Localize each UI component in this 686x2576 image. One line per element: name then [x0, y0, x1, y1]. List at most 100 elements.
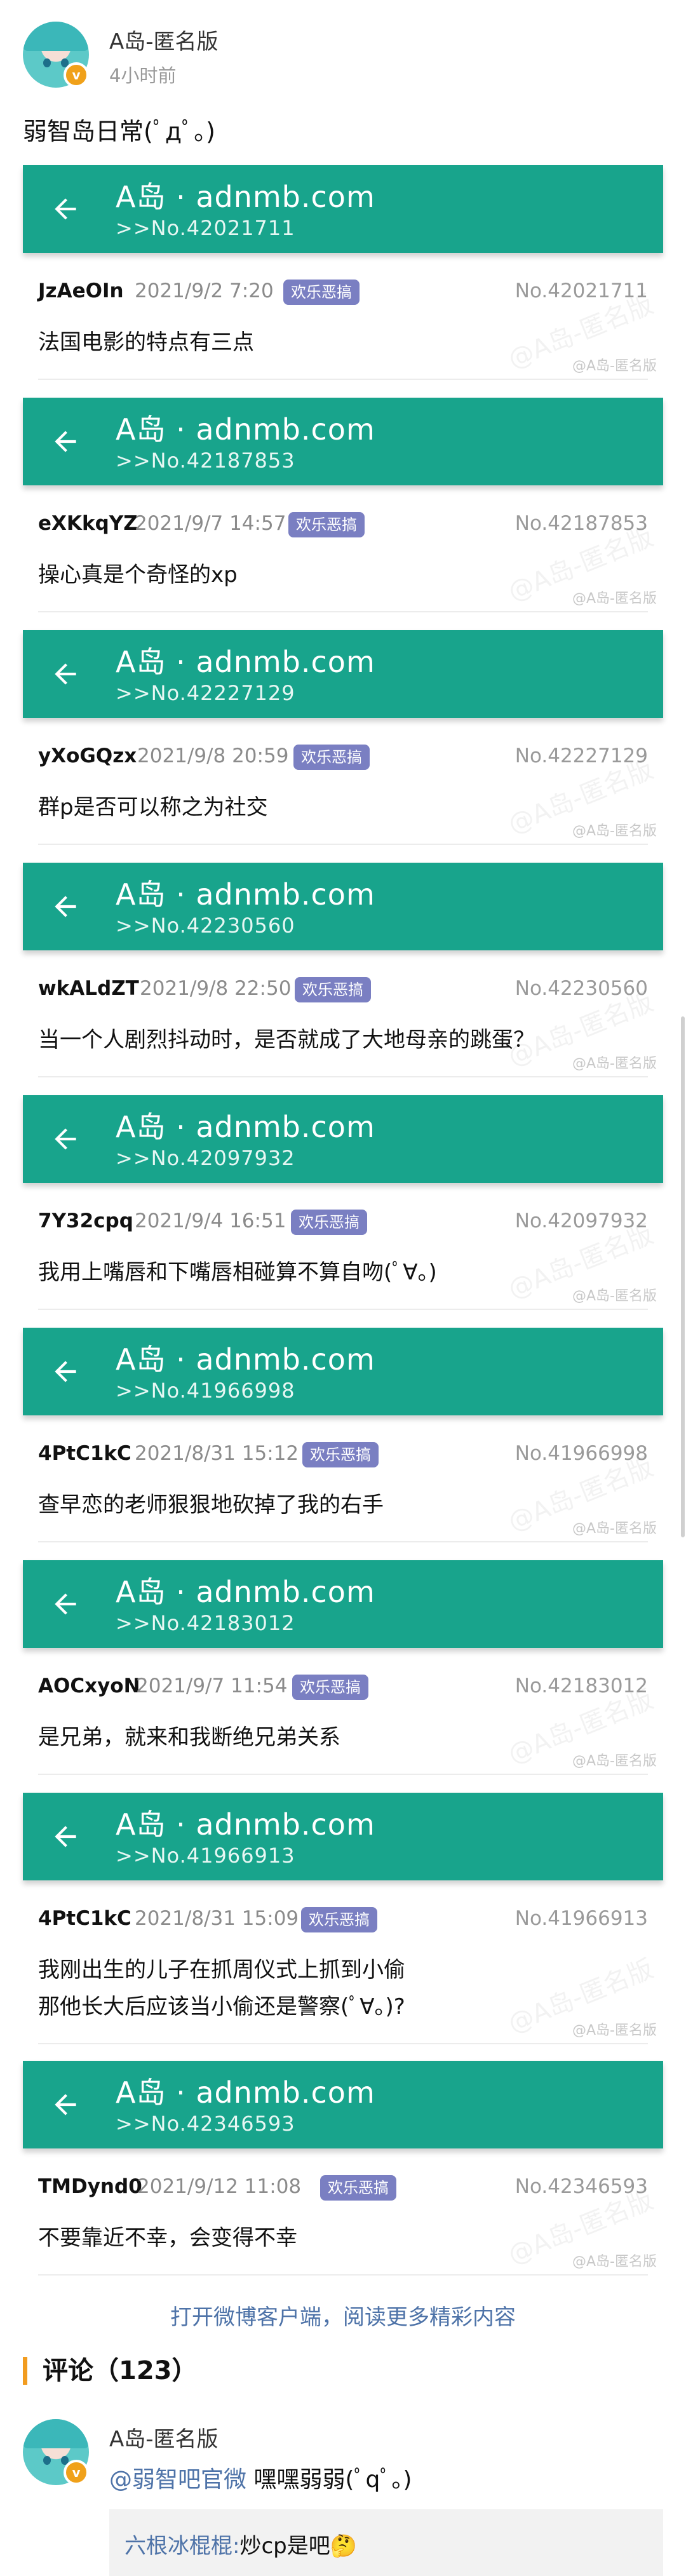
open-weibo-link[interactable]: 打开微博客户端，阅读更多精彩内容 — [0, 2300, 686, 2331]
post-body: 群p是否可以称之为社交 — [38, 795, 268, 820]
category-tag[interactable]: 欢乐恶搞 — [293, 745, 370, 770]
post-date: 2021/9/2 7:20 — [135, 280, 274, 302]
category-tag[interactable]: 欢乐恶搞 — [302, 1442, 379, 1467]
card-divider — [38, 1076, 648, 1077]
commenter-verified-icon: v — [64, 2460, 89, 2485]
post-body: 查早恋的老师狠狠地砍掉了我的右手 — [38, 1492, 384, 1518]
card-header-bar[interactable]: A岛 · adnmb.com >>No.41966998 — [23, 1328, 663, 1415]
category-tag[interactable]: 欢乐恶搞 — [283, 280, 360, 305]
category-tag[interactable]: 欢乐恶搞 — [295, 977, 371, 1002]
category-tag[interactable]: 欢乐恶搞 — [301, 1907, 377, 1932]
watermark-small: @A岛-匿名版 — [572, 1056, 657, 1072]
watermark-small: @A岛-匿名版 — [572, 1288, 657, 1304]
site-title: A岛 · adnmb.com — [116, 877, 375, 912]
post-date: 2021/8/31 15:12 — [135, 1442, 299, 1465]
post-number: No.41966913 — [514, 1907, 648, 1930]
reply-box[interactable]: 六根冰棍棍:炒cp是吧🤔 — [109, 2509, 663, 2576]
poster-id: 7Y32cpq — [38, 1210, 133, 1232]
quote-card[interactable]: A岛 · adnmb.com >>No.42097932 7Y32cpq 2021/9… — [23, 1095, 663, 1310]
back-arrow-icon[interactable] — [50, 1588, 81, 1620]
card-header-bar[interactable]: A岛 · adnmb.com >>No.42230560 — [23, 863, 663, 950]
post-body: 我刚出生的儿子在抓周仪式上抓到小偷 那他长大后应该当小偷还是警察(ﾟ∀。)? — [38, 1957, 405, 2020]
watermark-small: @A岛-匿名版 — [572, 2023, 657, 2039]
post-date: 2021/9/8 20:59 — [137, 745, 289, 767]
card-header-bar[interactable]: A岛 · adnmb.com >>No.42097932 — [23, 1095, 663, 1183]
card-divider — [38, 379, 648, 380]
poster-id: yXoGQzx — [38, 745, 137, 767]
watermark-small: @A岛-匿名版 — [572, 591, 657, 607]
thread-ref: >>No.41966913 — [116, 1844, 295, 1868]
card-header-bar[interactable]: A岛 · adnmb.com >>No.42187853 — [23, 398, 663, 485]
post-body: 不要靠近不幸，会变得不幸 — [38, 2225, 297, 2251]
mention-link[interactable]: @弱智吧官微 — [109, 2467, 246, 2493]
post-header: v A岛-匿名版 4小时前 — [0, 0, 686, 102]
site-title: A岛 · adnmb.com — [116, 180, 375, 214]
author-name[interactable]: A岛-匿名版 — [109, 24, 219, 55]
card-divider — [38, 2274, 648, 2276]
site-title: A岛 · adnmb.com — [116, 412, 375, 447]
comments-title: 评论（123） — [23, 2357, 198, 2385]
post-body: 是兄弟，就来和我断绝兄弟关系 — [38, 1725, 340, 1750]
card-header-bar[interactable]: A岛 · adnmb.com >>No.42346593 — [23, 2061, 663, 2148]
back-arrow-icon[interactable] — [50, 2089, 81, 2121]
site-title: A岛 · adnmb.com — [116, 1807, 375, 1842]
quote-card[interactable]: A岛 · adnmb.com >>No.42187853 eXKkqYZ 2021/9… — [23, 398, 663, 612]
poster-id: eXKkqYZ — [38, 512, 138, 535]
post-body: 法国电影的特点有三点 — [38, 330, 254, 355]
quote-card[interactable]: A岛 · adnmb.com >>No.42346593 TMDynd0 2021/9… — [23, 2061, 663, 2276]
scrollbar[interactable] — [681, 1016, 685, 1537]
reply-body: 炒cp是吧🤔 — [239, 2533, 358, 2559]
post-date: 2021/9/8 22:50 — [140, 977, 292, 1000]
reply-author-link[interactable]: 六根冰棍棍: — [124, 2533, 239, 2559]
card-header-bar[interactable]: A岛 · adnmb.com >>No.42021711 — [23, 165, 663, 253]
post-date: 2021/9/12 11:08 — [137, 2175, 302, 2198]
poster-id: TMDynd0 — [38, 2175, 142, 2198]
reply-text: 六根冰棍棍:炒cp是吧🤔 — [124, 2528, 357, 2559]
poster-id: JzAeOIn — [38, 280, 124, 302]
thread-ref: >>No.42227129 — [116, 681, 295, 705]
back-arrow-icon[interactable] — [50, 1356, 81, 1387]
thread-ref: >>No.42187853 — [116, 448, 295, 473]
watermark-small: @A岛-匿名版 — [572, 358, 657, 374]
quote-card[interactable]: A岛 · adnmb.com >>No.41966913 4PtC1kC 2021/8… — [23, 1793, 663, 2044]
post-body: 操心真是个奇怪的xp — [38, 562, 238, 588]
back-arrow-icon[interactable] — [50, 1123, 81, 1155]
comment-text: @弱智吧官微 嘿嘿弱弱(ﾟqﾟ。) — [109, 2461, 412, 2494]
watermark-small: @A岛-匿名版 — [572, 1521, 657, 1537]
quote-card[interactable]: A岛 · adnmb.com >>No.42183012 AOCxyoN 2021/9… — [23, 1560, 663, 1775]
site-title: A岛 · adnmb.com — [116, 2075, 375, 2110]
thread-ref: >>No.41966998 — [116, 1379, 295, 1403]
card-header-bar[interactable]: A岛 · adnmb.com >>No.41966913 — [23, 1793, 663, 1880]
category-tag[interactable]: 欢乐恶搞 — [320, 2175, 396, 2201]
category-tag[interactable]: 欢乐恶搞 — [291, 1210, 367, 1235]
post-body: 当一个人剧烈抖动时，是否就成了大地母亲的跳蛋？ — [38, 1027, 535, 1053]
category-tag[interactable]: 欢乐恶搞 — [292, 1675, 368, 1700]
quote-card[interactable]: A岛 · adnmb.com >>No.42021711 JzAeOIn 2021/9… — [23, 165, 663, 380]
post-date: 2021/8/31 15:09 — [135, 1907, 299, 1930]
back-arrow-icon[interactable] — [50, 193, 81, 225]
back-arrow-icon[interactable] — [50, 891, 81, 922]
post-body: 我用上嘴唇和下嘴唇相碰算不算自吻(ﾟ∀。) — [38, 1260, 437, 1285]
site-title: A岛 · adnmb.com — [116, 645, 375, 679]
back-arrow-icon[interactable] — [50, 1821, 81, 1852]
card-header-bar[interactable]: A岛 · adnmb.com >>No.42227129 — [23, 630, 663, 718]
site-title: A岛 · adnmb.com — [116, 1575, 375, 1609]
card-divider — [38, 1774, 648, 1775]
back-arrow-icon[interactable] — [50, 658, 81, 690]
back-arrow-icon[interactable] — [50, 426, 81, 457]
poster-id: 4PtC1kC — [38, 1907, 131, 1930]
commenter-name[interactable]: A岛-匿名版 — [109, 2422, 219, 2453]
category-tag[interactable]: 欢乐恶搞 — [288, 512, 365, 537]
card-header-bar[interactable]: A岛 · adnmb.com >>No.42183012 — [23, 1560, 663, 1648]
watermark-small: @A岛-匿名版 — [572, 2254, 657, 2270]
quote-card[interactable]: A岛 · adnmb.com >>No.42227129 yXoGQzx 2021/9… — [23, 630, 663, 845]
thread-ref: >>No.42346593 — [116, 2112, 295, 2136]
watermark-small: @A岛-匿名版 — [572, 1753, 657, 1769]
thread-ref: >>No.42183012 — [116, 1611, 295, 1635]
watermark-small: @A岛-匿名版 — [572, 823, 657, 839]
post-text: 弱智岛日常(ﾟдﾟ。) — [23, 118, 215, 145]
quote-card[interactable]: A岛 · adnmb.com >>No.42230560 wkALdZT 2021/9… — [23, 863, 663, 1077]
comment-body: 嘿嘿弱弱(ﾟqﾟ。) — [246, 2467, 412, 2493]
post-date: 2021/9/4 16:51 — [135, 1210, 286, 1232]
quote-card[interactable]: A岛 · adnmb.com >>No.41966998 4PtC1kC 2021/8… — [23, 1328, 663, 1542]
